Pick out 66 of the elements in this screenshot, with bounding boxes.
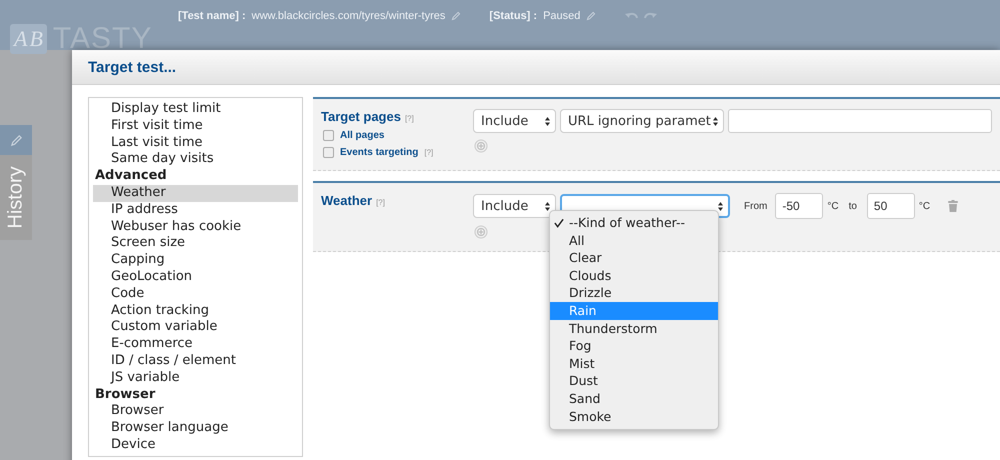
list-item[interactable]: Display test limit [93, 101, 298, 118]
list-item[interactable]: Weather [93, 184, 298, 202]
url-field[interactable] [728, 109, 992, 133]
menu-item[interactable]: Mist [550, 354, 718, 372]
menu-item[interactable]: Clear [550, 249, 718, 267]
list-item[interactable]: Code [93, 286, 298, 303]
status-value: Paused [543, 10, 580, 22]
select-arrows-icon [717, 200, 724, 212]
unit-label: °C [827, 200, 839, 212]
menu-item[interactable]: Drizzle [550, 284, 718, 302]
list-item[interactable]: Last visit time [93, 134, 298, 152]
from-label: From [744, 200, 768, 212]
to-label: to [848, 200, 857, 212]
add-icon[interactable] [474, 139, 488, 153]
unit-label: °C [918, 200, 930, 212]
test-name: www.blackcircles.com/tyres/winter-tyres [252, 10, 446, 22]
option-label[interactable]: Events targeting [340, 147, 418, 158]
check-icon [554, 218, 564, 228]
pencil-icon [10, 134, 22, 146]
list-item[interactable]: JS variable [93, 370, 298, 387]
menu-item[interactable]: Sand [550, 390, 718, 408]
operator-select[interactable]: Include [473, 109, 556, 133]
list-item[interactable]: E-commerce [93, 336, 298, 353]
pencil-icon[interactable] [451, 11, 462, 21]
from-field[interactable]: -50 [775, 193, 824, 219]
list-item[interactable]: GeoLocation [93, 268, 298, 286]
list-item[interactable]: ID / class / element [93, 352, 298, 370]
list-item[interactable]: Browser language [93, 420, 298, 437]
list-item[interactable]: Action tracking [93, 302, 298, 320]
menu-item[interactable]: Smoke [550, 408, 718, 426]
section-title: Target pages [321, 109, 401, 124]
list-item[interactable]: Device [93, 436, 298, 454]
section-title: Weather [321, 193, 372, 208]
checkbox[interactable] [323, 130, 334, 141]
menu-item[interactable]: Dust [550, 372, 718, 390]
select-arrows-icon [544, 116, 551, 126]
menu-item[interactable]: Clouds [550, 266, 718, 284]
trash-icon[interactable] [948, 200, 958, 212]
test-name-label: [Test name] : [178, 10, 246, 22]
status-label: [Status] : [489, 10, 538, 22]
list-item[interactable]: Custom variable [93, 319, 298, 336]
list-item[interactable]: Webuser has cookie [93, 218, 298, 236]
select-arrows-icon [712, 116, 719, 126]
select-arrows-icon [544, 200, 551, 212]
to-field[interactable]: 50 [866, 193, 915, 219]
operator-select[interactable]: Include [473, 194, 556, 218]
criteria-list[interactable] [88, 97, 303, 457]
edit-tab[interactable] [0, 125, 32, 155]
option-label[interactable]: All pages [340, 130, 384, 141]
add-icon[interactable] [474, 225, 488, 239]
list-item[interactable]: Screen size [93, 235, 298, 252]
group-heading: Advanced [94, 168, 168, 185]
list-item[interactable]: Browser [93, 403, 298, 420]
group-heading: Browser [94, 386, 156, 404]
list-item[interactable]: First visit time [93, 118, 298, 135]
list-item[interactable]: Capping [93, 252, 298, 269]
menu-item[interactable]: Fog [550, 337, 718, 355]
list-item[interactable]: IP address [93, 202, 298, 219]
menu-item[interactable]: All [550, 232, 718, 250]
menu-item[interactable]: Thunderstorm [550, 320, 718, 338]
checkbox[interactable] [323, 147, 334, 158]
match-select[interactable]: URL ignoring paramet [560, 109, 724, 133]
list-item[interactable]: Same day visits [93, 151, 298, 168]
history-label: History [4, 166, 28, 229]
pencil-icon[interactable] [586, 11, 596, 21]
dialog-title: Target test... [88, 58, 176, 76]
